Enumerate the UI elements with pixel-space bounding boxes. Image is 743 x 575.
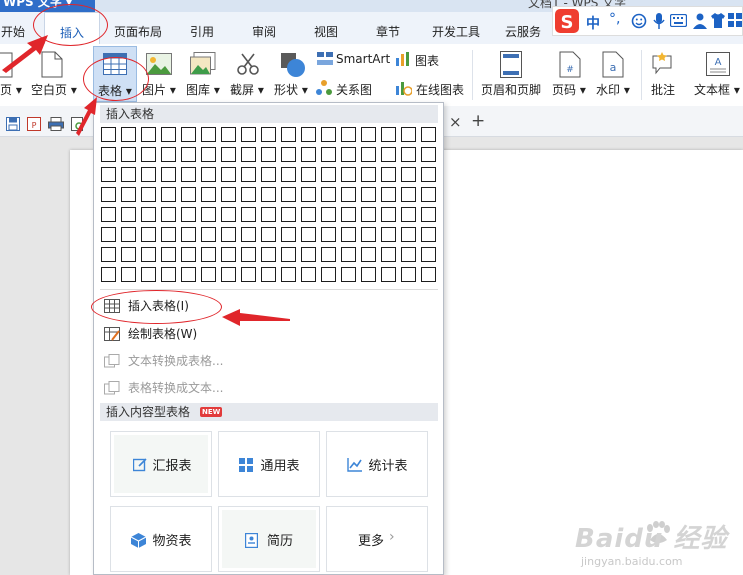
annotation-arrow-insert-tab <box>2 35 48 73</box>
annotation-arrows <box>2 35 290 326</box>
baidu-jingyan-watermark: Baidu 经验 jingyan.baidu.com <box>575 500 743 575</box>
watermark-url: jingyan.baidu.com <box>581 555 683 568</box>
watermark-text: Baidu 经验 <box>575 524 728 554</box>
annotation-arrow-insert-table <box>222 309 290 326</box>
annotation-arrow-table-button <box>76 97 97 136</box>
